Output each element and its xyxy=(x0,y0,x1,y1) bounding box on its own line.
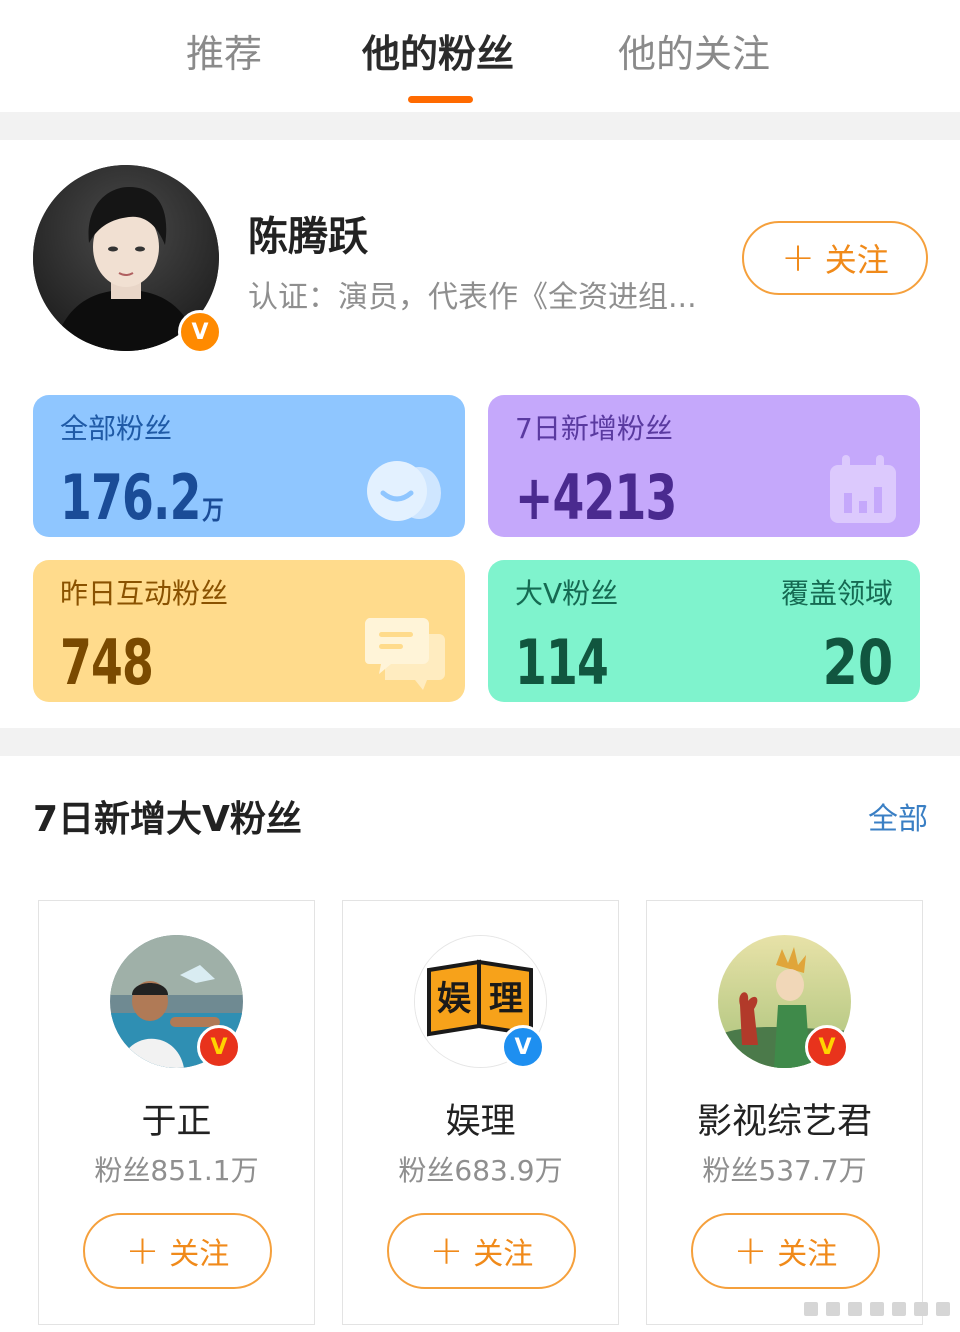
fan-name: 于正 xyxy=(141,1102,212,1142)
tab-bar: 推荐 他的粉丝 他的关注 xyxy=(0,0,960,112)
fan-card[interactable]: V 影视综艺君 粉丝537.7万 + 关注 xyxy=(646,900,923,1325)
stat-label: 全部粉丝 xyxy=(60,412,173,445)
fan-count: 粉丝683.9万 xyxy=(398,1154,563,1187)
calendar-chart-icon xyxy=(830,455,896,523)
logo-char: 娱 xyxy=(437,979,471,1019)
stat-card-big-v-fans[interactable]: 大V粉丝 114 覆盖领域 20 xyxy=(488,560,920,702)
fan-name: 影视综艺君 xyxy=(696,1102,872,1142)
follow-button[interactable]: + 关注 xyxy=(387,1213,576,1289)
profile-section: V 陈腾跃 认证：演员，代表作《全资进组... + 关注 全部粉丝 176.2万… xyxy=(0,140,960,728)
fan-count: 粉丝537.7万 xyxy=(702,1154,867,1187)
watermark-dots xyxy=(804,1302,950,1316)
follow-button-label: 关注 xyxy=(777,1237,838,1272)
verification-text: 认证：演员，代表作《全资进组... xyxy=(248,280,697,315)
people-icon xyxy=(367,461,441,521)
coverage-value: 20 xyxy=(822,626,893,699)
follow-button[interactable]: + 关注 xyxy=(691,1213,880,1289)
tab-his-follows[interactable]: 他的关注 xyxy=(618,24,770,84)
active-tab-indicator xyxy=(408,96,473,103)
section-divider xyxy=(0,112,960,140)
stat-value: 748 xyxy=(60,626,154,699)
coverage-label: 覆盖领域 xyxy=(780,577,893,610)
section-divider xyxy=(0,728,960,756)
tab-his-fans[interactable]: 他的粉丝 xyxy=(362,24,514,84)
verified-badge-icon: V xyxy=(805,1025,849,1069)
stat-label: 昨日互动粉丝 xyxy=(60,577,229,610)
fan-card[interactable]: V 于正 粉丝851.1万 + 关注 xyxy=(38,900,315,1325)
plus-icon: + xyxy=(733,1228,768,1274)
follow-button[interactable]: + 关注 xyxy=(742,221,928,295)
follow-button-label: 关注 xyxy=(473,1237,534,1272)
plus-icon: + xyxy=(125,1228,160,1274)
chat-bubble-icon xyxy=(365,618,445,690)
follow-button-label: 关注 xyxy=(169,1237,230,1272)
fan-count: 粉丝851.1万 xyxy=(94,1154,259,1187)
tab-recommend[interactable]: 推荐 xyxy=(186,24,262,84)
stat-label: 大V粉丝 xyxy=(515,577,619,610)
fan-name: 娱理 xyxy=(445,1102,516,1142)
stat-card-interactions-yesterday[interactable]: 昨日互动粉丝 748 xyxy=(33,560,465,702)
plus-icon: + xyxy=(429,1228,464,1274)
stat-value: 114 xyxy=(515,626,609,699)
section-title: 7日新增大V粉丝 xyxy=(33,799,302,840)
stat-card-new-fans-7d[interactable]: 7日新增粉丝 +4213 xyxy=(488,395,920,537)
stat-card-total-fans[interactable]: 全部粉丝 176.2万 xyxy=(33,395,465,537)
follow-button-label: 关注 xyxy=(824,241,889,279)
verified-badge-icon: V xyxy=(501,1025,545,1069)
see-all-link[interactable]: 全部 xyxy=(868,794,928,838)
profile-name: 陈腾跃 xyxy=(248,214,368,260)
stat-value: +4213 xyxy=(515,461,677,534)
verified-badge-icon: V xyxy=(197,1025,241,1069)
stat-value: 176.2万 xyxy=(60,461,224,534)
verified-badge-icon: V xyxy=(178,310,222,354)
logo-char: 理 xyxy=(489,979,523,1019)
plus-icon: + xyxy=(781,235,815,281)
follow-button[interactable]: + 关注 xyxy=(83,1213,272,1289)
stat-label: 7日新增粉丝 xyxy=(515,412,673,445)
fan-card[interactable]: 娱 理 V 娱理 粉丝683.9万 + 关注 xyxy=(342,900,619,1325)
